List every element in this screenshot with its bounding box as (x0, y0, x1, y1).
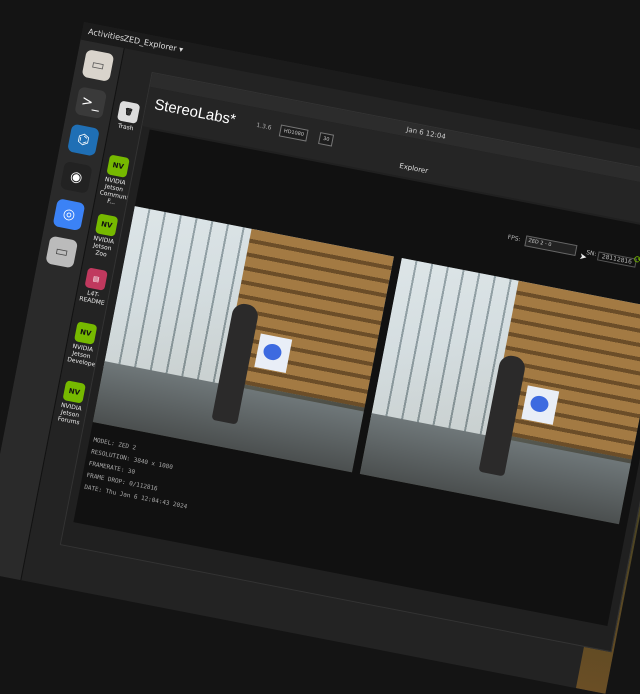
resolution-select[interactable]: HD1080 (278, 124, 309, 142)
desktop-icon-readme[interactable]: ▤ L4T-README (78, 267, 110, 307)
camera-info: MODEL: ZED 2 RESOLUTION: 3840 x 1080 FRA… (83, 435, 197, 514)
nvidia-icon: NV (62, 380, 86, 404)
explorer-title: Explorer (398, 161, 429, 176)
desktop-icon-label: NVIDIA Jetson Zoo (92, 234, 115, 259)
sn-value: 28112816 (596, 251, 637, 268)
obs-icon[interactable]: ◉ (59, 160, 93, 194)
trash-icon: 🗑 (116, 100, 141, 124)
fps-label: FPS: (507, 233, 522, 244)
brand-logo: StereoLabs* (152, 96, 238, 129)
nvidia-icon: NV (73, 321, 98, 345)
terminal-icon[interactable]: >_ (74, 86, 108, 120)
blue-sign (254, 333, 293, 374)
right-camera-view (359, 257, 640, 525)
chromium-icon[interactable]: ◎ (52, 198, 86, 232)
desktop-icon-label: Trash (117, 122, 135, 133)
fps-select-header[interactable]: 30 (318, 132, 335, 147)
app-icon[interactable]: ▭ (45, 235, 79, 269)
blue-sign (521, 385, 560, 425)
photographed-screen: Activities ZED_Explorer ▾ ▭ >_ ⌬ ◉ ◎ ▭ 🗑… (0, 22, 640, 694)
readme-icon: ▤ (84, 267, 108, 291)
mouse-cursor-icon: ➤ (578, 251, 588, 264)
app-menu[interactable]: ZED_Explorer ▾ (123, 34, 184, 54)
activities-button[interactable]: Activities (87, 27, 125, 43)
zed-explorer-window: Jan 6 12:04 × StereoLabs* 1.3.6 HD1080 3… (59, 71, 640, 653)
desktop-icon-trash[interactable]: 🗑 Trash (112, 100, 143, 133)
version-label: 1.3.6 (255, 121, 273, 132)
nvidia-icon: NV (106, 154, 130, 178)
files-icon[interactable]: ▭ (81, 49, 115, 82)
refresh-icon[interactable]: ⟳ (633, 254, 640, 266)
nvidia-icon: NV (94, 213, 119, 237)
desktop-icon-label: NVIDIA Jetson Forums (57, 401, 83, 427)
vscode-icon[interactable]: ⌬ (67, 123, 100, 157)
desktop-icon-label: L4T-README (78, 289, 106, 308)
left-camera-view (92, 206, 394, 473)
camera-select[interactable]: ZED 2 - 0 (524, 235, 578, 257)
